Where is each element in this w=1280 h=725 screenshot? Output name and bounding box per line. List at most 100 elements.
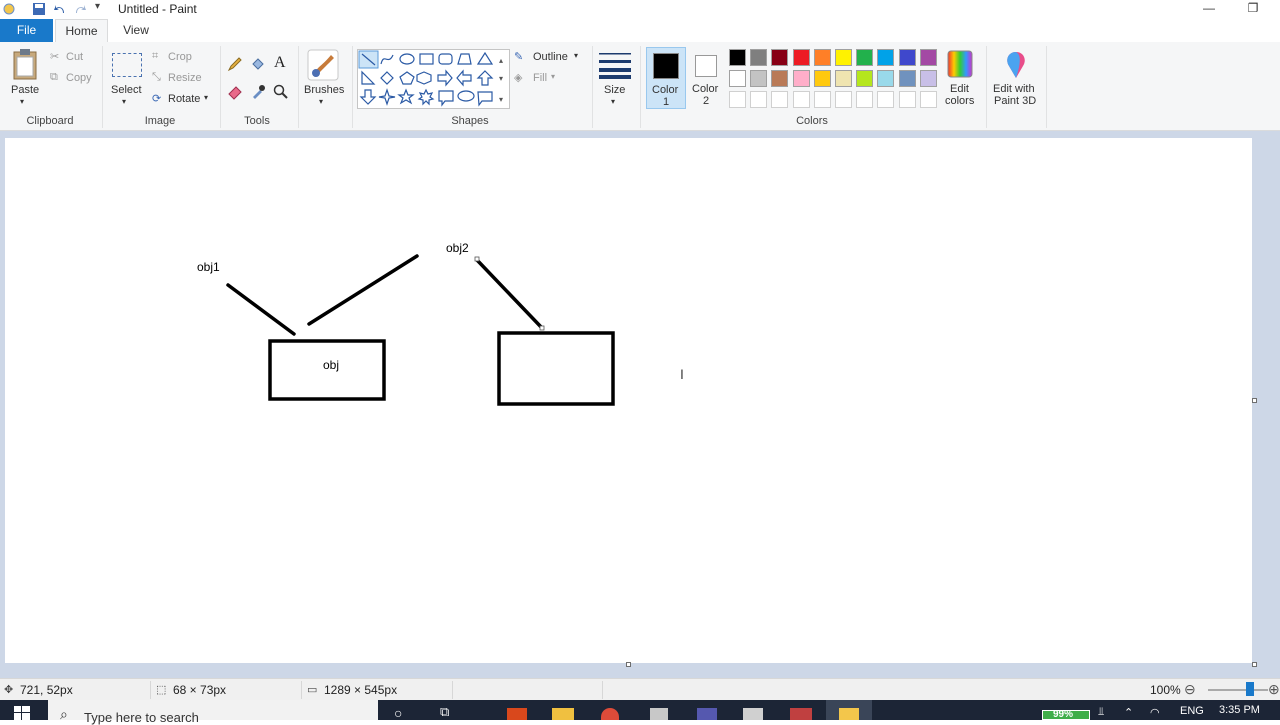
outline-label: Outline	[533, 51, 568, 63]
taskbar-app-icon[interactable]	[743, 708, 763, 720]
cursor-position-icon: ✥	[4, 684, 14, 696]
color-swatch[interactable]	[877, 49, 895, 66]
tab-home[interactable]: Home	[55, 19, 108, 42]
pencil-icon[interactable]	[227, 56, 243, 72]
teams-icon[interactable]	[697, 708, 717, 720]
handle-small	[474, 256, 480, 262]
color-swatch[interactable]	[729, 49, 746, 66]
office-app-icon[interactable]	[507, 708, 527, 720]
chevron-up-icon[interactable]: ⌃	[1124, 706, 1133, 719]
custom-color-slot[interactable]	[898, 91, 916, 108]
wifi-icon[interactable]: ◠	[1150, 706, 1160, 719]
size-button[interactable]: Size ▾	[596, 46, 634, 110]
svg-text:▾: ▾	[499, 74, 503, 83]
custom-color-slot[interactable]	[813, 91, 831, 108]
file-explorer-icon[interactable]	[552, 708, 574, 720]
color-swatch[interactable]	[898, 49, 916, 66]
cut-label: Cut	[66, 51, 84, 63]
color-swatch[interactable]	[813, 70, 831, 87]
customize-quick-access-icon[interactable]: ▾	[95, 1, 100, 12]
rotate-button[interactable]: ⟳ Rotate ▾	[152, 92, 214, 108]
restore-button[interactable]: ❐	[1236, 0, 1270, 19]
outline-dropdown[interactable]: ✎ Outline ▾	[514, 50, 584, 66]
color-swatch[interactable]	[771, 70, 789, 87]
color-swatch[interactable]	[813, 49, 831, 66]
paint3d-label-line1: Edit with	[993, 83, 1035, 95]
color-wheel-icon	[947, 50, 973, 78]
line-size-icon	[599, 53, 631, 79]
undo-icon[interactable]	[53, 2, 67, 16]
custom-color-slot[interactable]	[729, 91, 746, 108]
clock-time[interactable]: 3:35 PM	[1219, 704, 1260, 716]
paint-taskbar-button[interactable]	[826, 700, 872, 720]
windows-start-icon[interactable]	[14, 706, 30, 720]
color-swatch[interactable]	[792, 70, 810, 87]
cut-button[interactable]: ✂ Cut	[50, 50, 95, 66]
custom-color-slot[interactable]	[835, 91, 852, 108]
taskbar-search-box[interactable]: ⌕ Type here to search	[48, 700, 378, 725]
crop-button[interactable]: ⌗ Crop	[152, 50, 202, 66]
fill-bucket-icon[interactable]	[250, 56, 266, 72]
color-swatch[interactable]	[750, 49, 768, 66]
copy-button[interactable]: ⧉ Copy	[50, 71, 100, 87]
task-view-icon[interactable]: ⧉	[440, 704, 449, 720]
resize-handle-corner[interactable]	[1252, 662, 1257, 667]
eraser-icon[interactable]	[227, 84, 243, 100]
language-indicator[interactable]: ENG	[1180, 705, 1204, 717]
edit-with-paint3d-button[interactable]: Edit with Paint 3D	[990, 46, 1042, 110]
custom-color-slot[interactable]	[919, 91, 937, 108]
color-swatch[interactable]	[856, 49, 874, 66]
taskbar-app-icon[interactable]	[790, 708, 812, 720]
resize-button[interactable]: ⤡ Resize	[152, 71, 207, 87]
color-swatch[interactable]	[919, 49, 937, 66]
color-swatch[interactable]	[919, 70, 937, 87]
color-picker-icon[interactable]	[250, 84, 266, 100]
custom-color-slot[interactable]	[877, 91, 895, 108]
color-swatch[interactable]	[792, 49, 810, 66]
taskbar-app-icon[interactable]	[650, 708, 668, 720]
tab-file[interactable]: File	[0, 19, 53, 42]
custom-color-slot[interactable]	[771, 91, 789, 108]
color1-button[interactable]: Color 1	[646, 47, 686, 109]
custom-color-slot[interactable]	[792, 91, 810, 108]
network-icon[interactable]: ⫫	[1098, 706, 1104, 719]
redo-icon[interactable]	[73, 2, 87, 16]
color2-button[interactable]: Color 2	[688, 47, 724, 109]
cortana-icon[interactable]: ○	[394, 705, 402, 721]
resize-handle-bottom[interactable]	[626, 662, 631, 667]
resize-handle-right[interactable]	[1252, 398, 1257, 403]
color-swatch[interactable]	[729, 70, 746, 87]
save-icon[interactable]	[32, 2, 46, 16]
edit-colors-button[interactable]: Edit colors	[943, 46, 977, 110]
fill-dropdown[interactable]: ◈ Fill ▾	[514, 71, 564, 87]
zoom-in-icon[interactable]: ⊕	[1268, 681, 1280, 698]
paste-button[interactable]: Paste ▾	[6, 46, 44, 110]
chrome-icon[interactable]	[601, 708, 619, 720]
custom-color-slot[interactable]	[750, 91, 768, 108]
color-swatch[interactable]	[856, 70, 874, 87]
battery-indicator[interactable]: 99%	[1042, 709, 1090, 720]
color-swatch[interactable]	[835, 70, 852, 87]
svg-text:▴: ▴	[499, 56, 503, 65]
zoom-slider-track[interactable]	[1208, 689, 1268, 691]
handle-small	[539, 325, 545, 331]
color1-label-line2: 1	[663, 96, 670, 108]
color-swatch[interactable]	[877, 70, 895, 87]
zoom-out-icon[interactable]: ⊖	[1184, 681, 1196, 698]
brushes-button[interactable]: Brushes ▾	[302, 46, 346, 110]
custom-color-slot[interactable]	[856, 91, 874, 108]
tab-view[interactable]: View	[111, 19, 161, 42]
color-swatch[interactable]	[750, 70, 768, 87]
zoom-slider-thumb[interactable]	[1246, 682, 1254, 696]
color-swatch[interactable]	[898, 70, 916, 87]
paste-label: Paste	[11, 84, 40, 96]
select-button[interactable]: Select ▾	[108, 46, 146, 110]
resize-icon: ⤡	[152, 71, 161, 83]
color-swatch[interactable]	[835, 49, 852, 66]
color-swatch[interactable]	[771, 49, 789, 66]
line-to-obj2	[307, 254, 419, 326]
minimize-button[interactable]: —	[1192, 0, 1226, 19]
magnifier-icon[interactable]	[273, 84, 289, 100]
drawing-canvas[interactable]: obj1 obj2 obj I	[5, 138, 1252, 663]
text-tool-icon[interactable]: A	[274, 54, 286, 72]
